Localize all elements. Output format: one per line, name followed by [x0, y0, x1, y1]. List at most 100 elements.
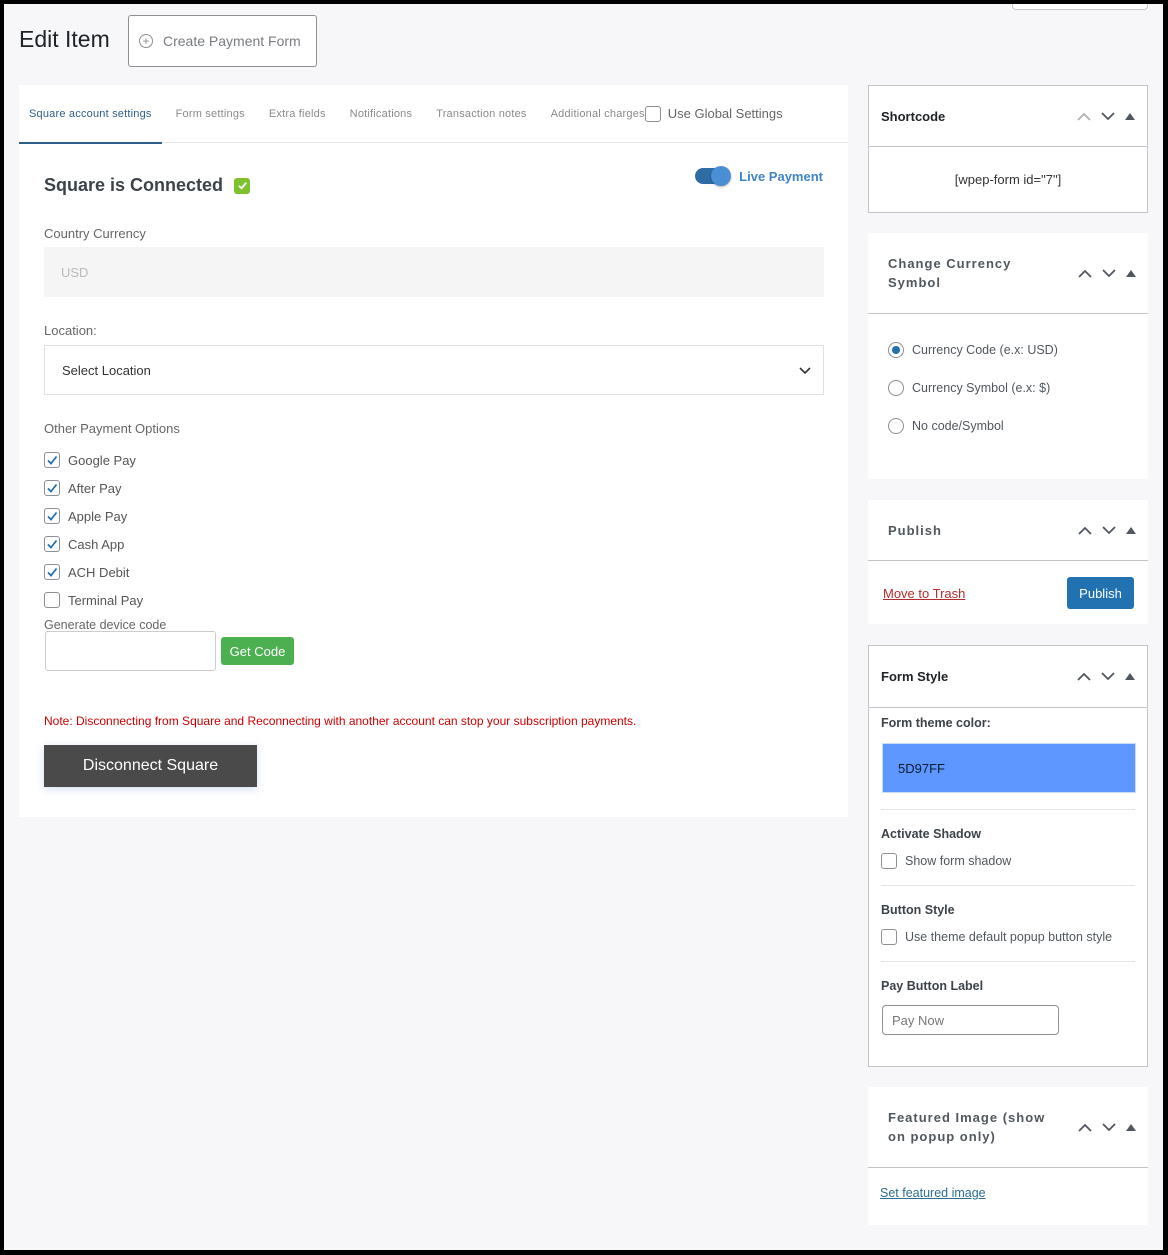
collapse-toggle-icon[interactable] [1125, 673, 1135, 680]
move-up-icon[interactable] [1078, 1123, 1092, 1132]
featured-image-box-header: Featured Image (show on popup only) [868, 1087, 1148, 1168]
page-title: Edit Item [19, 26, 110, 52]
tab-transaction-notes[interactable]: Transaction notes [436, 85, 526, 143]
live-payment-switch[interactable] [695, 166, 732, 186]
move-up-icon[interactable] [1077, 112, 1091, 121]
create-button-label: Create Payment Form [163, 33, 301, 49]
cash-app-checkbox[interactable] [44, 536, 60, 552]
payment-option-ach-debit[interactable]: ACH Debit [44, 558, 143, 586]
connection-status: Square is Connected [44, 175, 251, 196]
apple-pay-checkbox[interactable] [44, 508, 60, 524]
payment-option-label: Cash App [68, 536, 125, 552]
currency-option-none[interactable]: No code/Symbol [888, 407, 1148, 445]
move-up-icon[interactable] [1078, 269, 1092, 278]
theme-default-button-checkbox[interactable] [881, 929, 897, 945]
button-style-label: Button Style [881, 903, 955, 917]
other-payment-options-label: Other Payment Options [44, 421, 180, 436]
tab-notifications[interactable]: Notifications [350, 85, 413, 143]
payment-option-google-pay[interactable]: Google Pay [44, 446, 143, 474]
move-up-icon[interactable] [1077, 672, 1091, 681]
chevron-down-icon [799, 363, 811, 378]
payment-option-label: ACH Debit [68, 564, 130, 580]
shortcode-value[interactable]: [wpep-form id="7"] [869, 147, 1147, 212]
payment-option-label: Terminal Pay [68, 592, 144, 608]
publish-button[interactable]: Publish [1067, 577, 1134, 609]
publish-box: Publish Move to Trash Publish [868, 500, 1148, 624]
featured-image-title: Featured Image (show on popup only) [888, 1110, 1046, 1144]
settings-panel: Square account settings Form settings Ex… [19, 85, 848, 817]
currency-symbol-box: Change Currency Symbol Currency Code (e.… [868, 233, 1148, 479]
move-down-icon[interactable] [1101, 111, 1115, 121]
live-payment-toggle[interactable]: Live Payment [695, 166, 823, 186]
payment-option-apple-pay[interactable]: Apple Pay [44, 502, 143, 530]
shortcode-box: Shortcode [wpep-form id="7"] [868, 85, 1148, 213]
location-select[interactable]: Select Location [44, 345, 824, 395]
tab-bar: Square account settings Form settings Ex… [19, 85, 848, 144]
move-down-icon[interactable] [1101, 672, 1115, 681]
country-currency-label: Country Currency [44, 226, 146, 241]
tab-extra-fields[interactable]: Extra fields [269, 85, 326, 143]
ach-debit-checkbox[interactable] [44, 564, 60, 580]
currency-option-symbol[interactable]: Currency Symbol (e.x: $) [888, 369, 1148, 407]
payment-option-cash-app[interactable]: Cash App [44, 530, 143, 558]
theme-color-picker[interactable]: 5D97FF [882, 743, 1136, 793]
payment-option-label: After Pay [68, 480, 122, 496]
tab-additional-charges[interactable]: Additional charges [551, 85, 645, 143]
currency-symbol-radio[interactable] [888, 380, 904, 396]
live-payment-label: Live Payment [739, 168, 823, 184]
country-currency-field: USD [44, 247, 824, 297]
form-style-box: Form Style Form theme color: 5D97FF Acti… [868, 645, 1148, 1067]
pay-button-label-input[interactable]: Pay Now [882, 1005, 1059, 1035]
terminal-pay-checkbox[interactable] [44, 592, 60, 608]
pay-button-label-heading: Pay Button Label [881, 979, 984, 993]
page: Edit Item + Create Payment Form Square a… [4, 4, 1163, 1250]
collapse-toggle-icon[interactable] [1126, 526, 1136, 534]
move-to-trash-link[interactable]: Move to Trash [883, 586, 965, 601]
get-code-button[interactable]: Get Code [221, 637, 294, 665]
screen-options-tab[interactable] [1012, 4, 1148, 10]
shortcode-box-header: Shortcode [869, 86, 1147, 147]
move-down-icon[interactable] [1102, 268, 1116, 278]
show-form-shadow-label: Show form shadow [905, 854, 1012, 868]
currency-option-code[interactable]: Currency Code (e.x: USD) [888, 331, 1148, 369]
payment-option-after-pay[interactable]: After Pay [44, 474, 143, 502]
currency-symbol-box-header: Change Currency Symbol [868, 233, 1148, 314]
currency-code-radio[interactable] [888, 342, 904, 358]
theme-default-button-label: Use theme default popup button style [905, 930, 1113, 944]
show-form-shadow-option[interactable]: Show form shadow [881, 853, 1135, 869]
collapse-toggle-icon[interactable] [1126, 1123, 1136, 1131]
currency-symbol-title: Change Currency Symbol [888, 256, 1012, 290]
payment-option-terminal-pay[interactable]: Terminal Pay [44, 586, 143, 614]
no-code-symbol-radio[interactable] [888, 418, 904, 434]
theme-default-button-option[interactable]: Use theme default popup button style [881, 929, 1135, 945]
disconnect-square-button[interactable]: Disconnect Square [44, 745, 257, 787]
create-payment-form-button[interactable]: + Create Payment Form [128, 15, 317, 67]
payment-option-label: Apple Pay [68, 508, 128, 524]
collapse-toggle-icon[interactable] [1125, 112, 1135, 120]
move-down-icon[interactable] [1102, 525, 1116, 535]
radio-label: No code/Symbol [912, 419, 1004, 433]
theme-color-label: Form theme color: [881, 716, 991, 730]
google-pay-checkbox[interactable] [44, 452, 60, 468]
use-global-settings-toggle[interactable]: Use Global Settings [644, 105, 783, 122]
connection-status-text: Square is Connected [44, 175, 224, 195]
location-selected-value: Select Location [62, 362, 151, 378]
publish-box-header: Publish [868, 500, 1148, 561]
tab-form-settings[interactable]: Form settings [176, 85, 245, 143]
move-down-icon[interactable] [1102, 1122, 1116, 1132]
device-code-input[interactable] [45, 631, 216, 671]
publish-title: Publish [888, 522, 942, 538]
radio-label: Currency Code (e.x: USD) [912, 343, 1058, 357]
plus-circle-icon: + [139, 34, 153, 48]
collapse-toggle-icon[interactable] [1126, 269, 1136, 277]
activate-shadow-label: Activate Shadow [881, 827, 982, 841]
use-global-settings-checkbox[interactable] [644, 105, 661, 122]
move-up-icon[interactable] [1078, 526, 1092, 535]
set-featured-image-link[interactable]: Set featured image [880, 1186, 986, 1200]
show-form-shadow-checkbox[interactable] [881, 853, 897, 869]
disconnect-warning-note: Note: Disconnecting from Square and Reco… [44, 714, 637, 728]
form-style-title: Form Style [881, 669, 949, 684]
tab-square-account-settings[interactable]: Square account settings [19, 85, 162, 144]
device-code-label: Generate device code [44, 618, 167, 632]
after-pay-checkbox[interactable] [44, 480, 60, 496]
